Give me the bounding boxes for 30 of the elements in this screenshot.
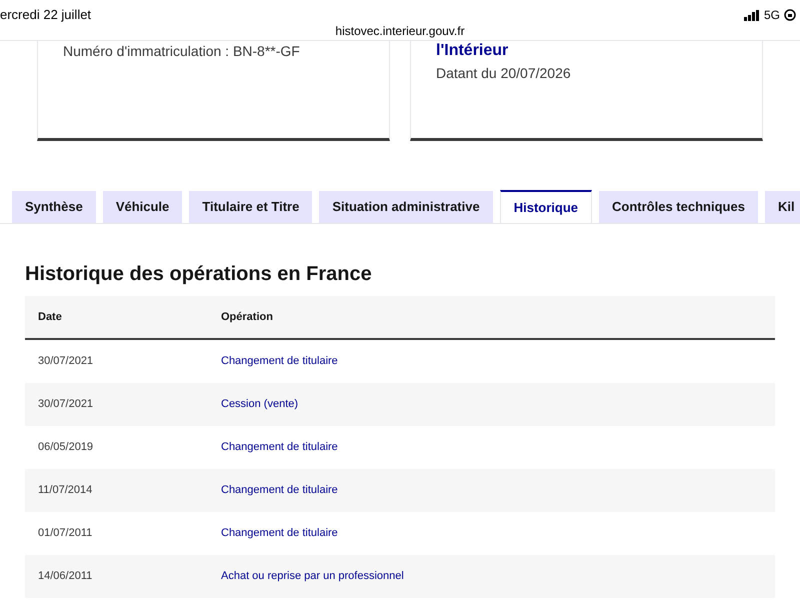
signal-icon [744,10,760,20]
tab[interactable]: Titulaire et Titre [189,191,312,223]
tab[interactable]: Synthèse [12,191,96,223]
operation-link[interactable]: Cession (vente) [221,396,298,413]
date-cell-text: 30/07/2021 [37,397,94,412]
operation-link[interactable]: Changement de titulaire [221,482,338,499]
tab[interactable]: Contrôles techniques [599,191,758,223]
status-date: ercredi 22 juillet [0,6,92,24]
date-cell-text: 11/07/2014 [37,483,94,498]
tab[interactable]: Historique [500,190,592,223]
section-heading: Historique des opérations en France [25,262,373,286]
tab[interactable]: Situation administrative [319,191,493,223]
card-title: l'Intérieur [436,42,510,60]
date-cell-text: 30/07/2021 [37,354,94,370]
operation-link[interactable]: Changement de titulaire [221,439,338,456]
tab[interactable]: Véhicule [102,191,182,223]
url-text[interactable]: histovec.interieur.gouv.fr [335,22,465,40]
operation-link[interactable]: Changement de titulaire [221,525,338,542]
operation-link[interactable]: Achat ou reprise par un professionnel [221,568,404,585]
date-cell-text: 06/05/2019 [37,440,94,456]
rotation-lock-icon [784,9,796,21]
registration-text: Numéro d'immatriculation : BN-8**-GF [63,42,301,61]
date-cell-text: 01/07/2011 [37,526,94,542]
date-cell-text: 14/06/2011 [37,569,94,584]
tab[interactable]: Kil [764,191,800,223]
operation-link[interactable]: Changement de titulaire [221,353,338,370]
column-header: Opération [221,310,273,325]
date-text: Datant du 20/07/2026 [436,64,572,83]
column-header: Date [37,310,63,325]
network-label: 5G [764,7,780,24]
